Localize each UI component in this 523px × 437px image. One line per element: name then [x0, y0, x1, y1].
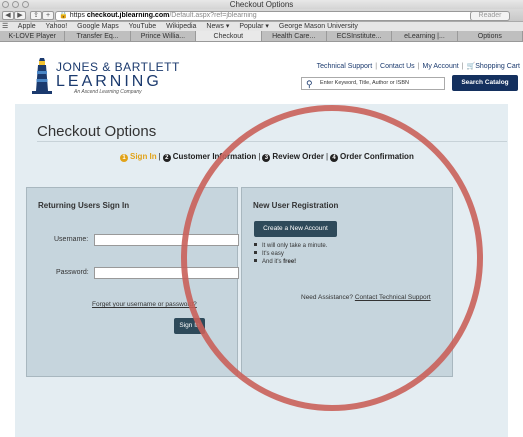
step-number: 1 — [120, 154, 128, 162]
tab-health-care[interactable]: Health Care... — [262, 31, 327, 41]
share-icon[interactable]: ⇪ — [30, 11, 42, 20]
site-logo[interactable]: JONES & BARTLETT LEARNING An Ascend Lear… — [30, 57, 180, 97]
url-scheme: https — [69, 12, 85, 19]
password-label: Password: — [56, 269, 89, 276]
checkout-content: Checkout Options 1 Sign In | 2 Customer Info… — [15, 104, 508, 437]
tab-transfer[interactable]: Transfer Eq... — [65, 31, 131, 41]
benefits-list: It will only take a minute. It's easy An… — [254, 243, 327, 267]
logo-line2: LEARNING — [56, 72, 162, 90]
bookmark-item[interactable]: YouTube — [129, 23, 157, 30]
bookmarks-icon[interactable]: ☰ — [0, 23, 8, 30]
username-field[interactable] — [94, 234, 239, 246]
returning-users-panel: Returning Users Sign In Username: Passwo… — [26, 187, 239, 377]
technical-support-link[interactable]: Technical Support — [317, 63, 373, 70]
close-window-button[interactable] — [2, 1, 9, 8]
returning-users-heading: Returning Users Sign In — [38, 201, 130, 210]
new-user-panel: New User Registration Create a New Accou… — [241, 187, 453, 377]
browser-toolbar: ◀ ▶ ⇪ + 🔒 https checkout.jblearning.com/D… — [0, 9, 523, 22]
tab-prince-william[interactable]: Prince Willia... — [131, 31, 197, 41]
shopping-cart-link[interactable]: Shopping Cart — [475, 63, 520, 70]
logo-tagline: An Ascend Learning Company — [74, 88, 142, 95]
tab-klove[interactable]: K-LOVE Player — [0, 31, 66, 41]
window-titlebar: Checkout Options — [0, 0, 523, 9]
new-user-heading: New User Registration — [253, 201, 339, 210]
web-page: JONES & BARTLETT LEARNING An Ascend Lear… — [0, 42, 523, 437]
forward-icon[interactable]: ▶ — [14, 11, 26, 20]
address-bar[interactable]: 🔒 https checkout.jblearning.com/Default.a… — [55, 11, 475, 21]
my-account-link[interactable]: My Account — [423, 63, 459, 70]
assistance-text: Need Assistance? Contact Technical Suppo… — [301, 294, 431, 301]
checkout-steps: 1 Sign In | 2 Customer Information | 3 Review O… — [120, 152, 414, 162]
list-item: It will only take a minute. — [254, 243, 327, 249]
header-links: Technical Support | Contact Us | My Account |… — [316, 63, 520, 70]
url-path: /Default.aspx?ref=jblearning — [169, 12, 257, 19]
step-sign-in: 1 Sign In — [120, 152, 157, 162]
create-account-button[interactable]: Create a New Account — [254, 221, 337, 237]
tab-checkout[interactable]: Checkout — [196, 31, 262, 41]
search-placeholder: Enter Keyword, Title, Author or ISBN — [320, 80, 409, 86]
bookmark-item[interactable]: Popular ▾ — [239, 23, 269, 30]
step-number: 4 — [330, 154, 339, 162]
contact-support-link[interactable]: Contact Technical Support — [355, 294, 431, 301]
list-item: It's easy — [254, 251, 327, 257]
list-item: And it's free! — [254, 259, 327, 265]
reader-button[interactable]: Reader — [470, 11, 510, 21]
page-title: Checkout Options — [37, 123, 157, 140]
back-icon[interactable]: ◀ — [2, 11, 14, 20]
logo-line1: JONES & BARTLETT — [56, 59, 180, 74]
tab-options[interactable]: Options — [458, 31, 523, 41]
minimize-window-button[interactable] — [12, 1, 19, 8]
bookmark-item[interactable]: Yahoo! — [46, 23, 68, 30]
lock-icon: 🔒 — [59, 12, 68, 19]
bookmark-item[interactable]: Google Maps — [77, 23, 119, 30]
step-number: 3 — [262, 154, 271, 162]
tab-ecsinstitute[interactable]: ECSInstitute... — [327, 31, 393, 41]
search-catalog-button[interactable]: Search Catalog — [452, 75, 518, 91]
bookmarks-bar: ☰ Apple Yahoo! Google Maps YouTube Wikip… — [0, 22, 523, 31]
lighthouse-icon — [32, 58, 52, 94]
search-input[interactable]: ⚲ Enter Keyword, Title, Author or ISBN — [301, 77, 445, 90]
contact-us-link[interactable]: Contact Us — [380, 63, 415, 70]
step-order-confirmation: 4 Order Confirmation — [330, 152, 414, 162]
tab-elearning[interactable]: eLearning |... — [392, 31, 458, 41]
password-field[interactable] — [94, 267, 239, 279]
search-icon: ⚲ — [306, 79, 313, 89]
bookmark-item[interactable]: News ▾ — [206, 23, 229, 30]
sign-in-button[interactable]: Sign In — [174, 318, 205, 334]
step-number: 2 — [162, 154, 171, 162]
username-label: Username: — [54, 236, 89, 243]
tab-bar: K-LOVE Player Transfer Eq... Prince Will… — [0, 31, 523, 42]
bookmark-item[interactable]: George Mason University — [279, 23, 358, 30]
step-customer-information: 2 Customer Information — [162, 152, 256, 162]
forgot-credentials-link[interactable]: Forget your username or password? — [92, 301, 197, 308]
zoom-window-button[interactable] — [22, 1, 29, 8]
bookmark-item[interactable]: Apple — [18, 23, 36, 30]
step-review-order: 3 Review Order — [262, 152, 324, 162]
window-title: Checkout Options — [229, 0, 294, 9]
cart-icon[interactable]: 🛒 — [467, 63, 476, 70]
window-controls[interactable] — [2, 1, 29, 8]
new-tab-icon[interactable]: + — [42, 11, 54, 20]
url-host: checkout.jblearning.com — [86, 12, 170, 19]
bookmark-item[interactable]: Wikipedia — [166, 23, 196, 30]
title-divider — [37, 141, 507, 142]
